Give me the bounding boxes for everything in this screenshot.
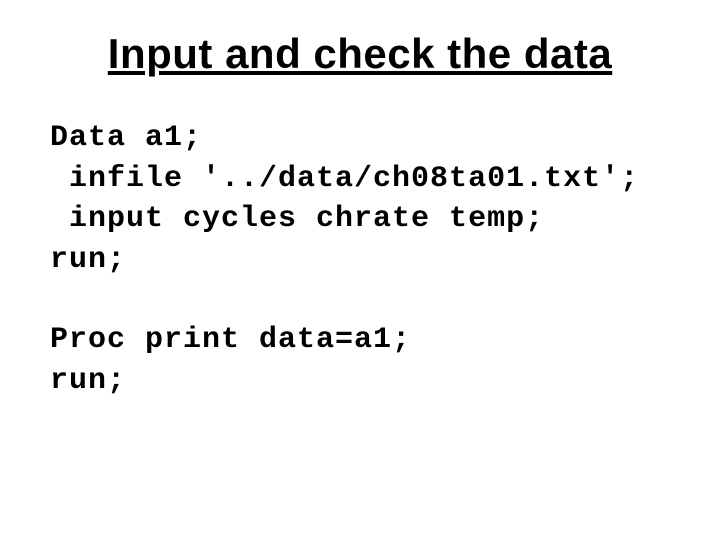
code-block-proc-print: Proc print data=a1; run; [50, 320, 670, 401]
slide-title: Input and check the data [50, 30, 670, 78]
code-block-data-step: Data a1; infile '../data/ch08ta01.txt'; … [50, 118, 670, 280]
